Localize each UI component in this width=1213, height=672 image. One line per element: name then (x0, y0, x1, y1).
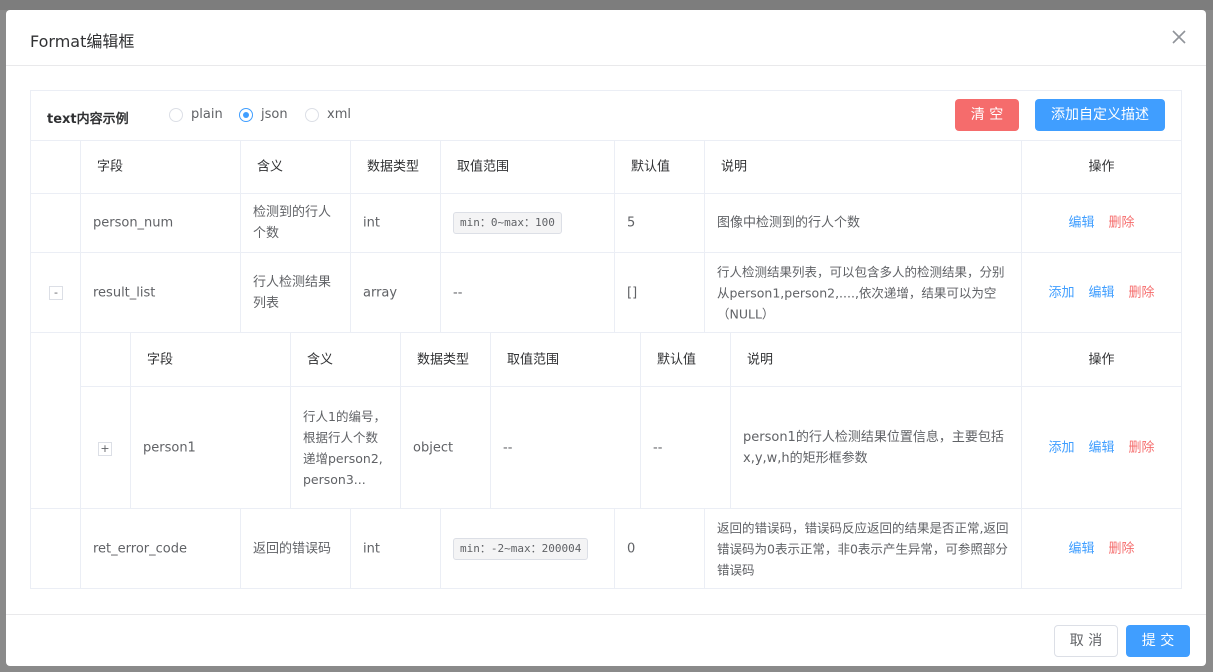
nested-indent (31, 333, 81, 509)
table-row-expand (31, 509, 81, 588)
add-custom-description-button[interactable]: 添加自定义描述 (1035, 99, 1165, 131)
nested-header-range: 取值范围 (491, 333, 641, 387)
text-example-label: text内容示例 (47, 112, 129, 127)
radio-plain-dot[interactable] (169, 107, 183, 122)
table-row-meaning: 检测到的行人个数 (241, 194, 351, 253)
nested-row-meaning: 行人1的编号，根据行人个数递增person2,person3... (291, 387, 401, 509)
dialog-footer: 取 消 提 交 (6, 614, 1206, 667)
range-tag: min：-2~max：200004 (453, 537, 589, 560)
delete-button[interactable]: 删除 (1129, 440, 1155, 455)
close-icon[interactable] (1170, 28, 1188, 46)
table-row-field: ret_error_code (81, 509, 241, 588)
radio-xml-label: xml (327, 107, 351, 122)
table-row-meaning: 返回的错误码 (241, 509, 351, 588)
header-meaning: 含义 (241, 140, 351, 194)
dialog-title: Format编辑框 (30, 32, 135, 51)
header-description: 说明 (705, 140, 1022, 194)
header-range: 取值范围 (441, 140, 615, 194)
table-row-default: [] (615, 253, 705, 333)
table-row-actions: 编辑 删除 (1022, 194, 1181, 253)
table-row-default: 0 (615, 509, 705, 588)
nested-row-range: -- (491, 387, 641, 509)
nested-header-type: 数据类型 (401, 333, 491, 387)
table-row-description: 图像中检测到的行人个数 (705, 194, 1022, 253)
collapse-toggle[interactable]: - (49, 286, 63, 300)
nested-header-field: 字段 (131, 333, 291, 387)
nested-header-expand-col (81, 333, 131, 387)
edit-button[interactable]: 编辑 (1068, 541, 1094, 556)
cancel-button[interactable]: 取 消 (1054, 625, 1118, 657)
submit-button[interactable]: 提 交 (1126, 625, 1190, 657)
radio-xml[interactable]: xml (305, 107, 351, 122)
add-button[interactable]: 添加 (1048, 440, 1074, 455)
nested-row-description: person1的行人检测结果位置信息，主要包括x,y,w,h的矩形框参数 (731, 387, 1022, 509)
header-type: 数据类型 (351, 140, 441, 194)
table-row-range: min：0~max：100 (441, 194, 615, 253)
nested-header-description: 说明 (731, 333, 1022, 387)
radio-json-label: json (261, 107, 288, 122)
delete-button[interactable]: 删除 (1109, 541, 1135, 556)
add-button[interactable]: 添加 (1048, 285, 1074, 300)
table-row-expand: - (31, 253, 81, 333)
table-row-description: 行人检测结果列表，可以包含多人的检测结果，分别从person1,person2,… (705, 253, 1022, 333)
table-row-actions: 编辑 删除 (1022, 509, 1181, 588)
delete-button[interactable]: 删除 (1129, 285, 1155, 300)
radio-plain[interactable]: plain (169, 107, 223, 122)
edit-button[interactable]: 编辑 (1088, 285, 1114, 300)
nested-header-default: 默认值 (641, 333, 731, 387)
table-row-actions: 添加 编辑 删除 (1022, 253, 1181, 333)
nested-row-default: -- (641, 387, 731, 509)
edit-button[interactable]: 编辑 (1088, 440, 1114, 455)
toolbar: text内容示例 plain json xml 清 空 添加自定义描述 (31, 91, 1181, 140)
table-row-default: 5 (615, 194, 705, 253)
header-expand-col (31, 140, 81, 194)
format-panel: text内容示例 plain json xml 清 空 添加自定义描述 字段 含… (30, 90, 1182, 589)
nested-header-meaning: 含义 (291, 333, 401, 387)
radio-xml-dot[interactable] (305, 107, 319, 122)
edit-button[interactable]: 编辑 (1068, 216, 1094, 231)
dialog-header: Format编辑框 (6, 10, 1206, 66)
radio-json[interactable]: json (239, 107, 288, 122)
header-field: 字段 (81, 140, 241, 194)
table-row-field: person_num (81, 194, 241, 253)
radio-plain-label: plain (191, 107, 223, 122)
nested-header-actions: 操作 (1022, 333, 1181, 387)
table-row-range: min：-2~max：200004 (441, 509, 615, 588)
format-edit-dialog: Format编辑框 text内容示例 plain json xml 清 空 添加… (6, 10, 1206, 666)
table-row-type: int (351, 194, 441, 253)
table-row-type: int (351, 509, 441, 588)
table-row-range: -- (441, 253, 615, 333)
table-row-type: array (351, 253, 441, 333)
range-tag: min：0~max：100 (453, 212, 562, 234)
nested-row-field: person1 (131, 387, 291, 509)
header-default: 默认值 (615, 140, 705, 194)
clear-button[interactable]: 清 空 (955, 99, 1019, 131)
nested-row-expand: + (81, 387, 131, 509)
radio-json-dot[interactable] (239, 107, 253, 122)
table-row-field: result_list (81, 253, 241, 333)
nested-row-actions: 添加 编辑 删除 (1022, 387, 1181, 509)
page-backdrop (0, 0, 1213, 10)
expand-toggle[interactable]: + (98, 442, 112, 456)
table-row-description: 返回的错误码，错误码反应返回的结果是否正常,返回错误码为0表示正常，非0表示产生… (705, 509, 1022, 588)
table-row-expand (31, 194, 81, 253)
nested-row-type: object (401, 387, 491, 509)
header-actions: 操作 (1022, 140, 1181, 194)
delete-button[interactable]: 删除 (1109, 216, 1135, 231)
table-row-meaning: 行人检测结果列表 (241, 253, 351, 333)
